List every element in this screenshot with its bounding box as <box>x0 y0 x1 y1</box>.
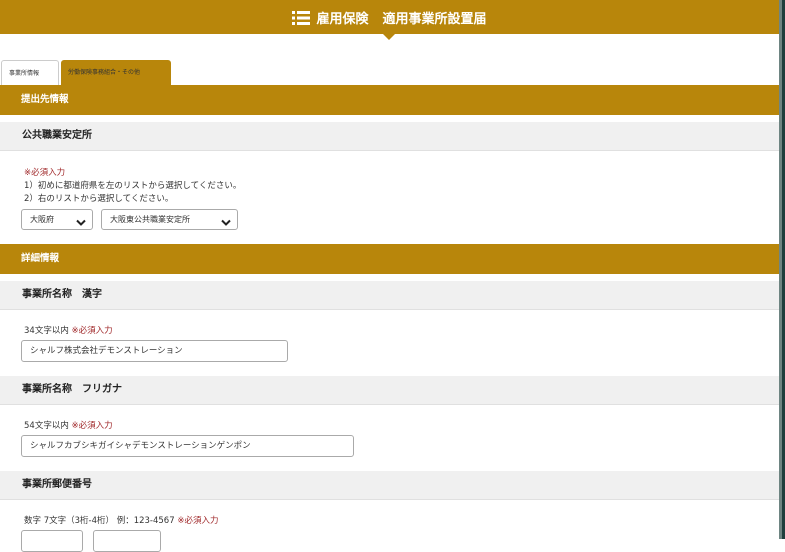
tab-bar: 事業所情報 労働保険事務組合・その他 <box>1 60 173 85</box>
name-kana-hint-text: 54文字以内 <box>24 421 69 431</box>
postal-code-second-input[interactable] <box>93 530 161 552</box>
required-note: ※必須入力 <box>24 168 66 178</box>
name-kanji-input[interactable]: シャルフ株式会社デモンストレーション <box>21 340 288 362</box>
tab-office-info[interactable]: 事業所情報 <box>1 60 59 85</box>
tab-labor-association[interactable]: 労働保険事務組合・その他 <box>61 60 171 85</box>
name-kana-hint: 54文字以内 ※必須入力 <box>24 419 113 431</box>
name-kana-subheader: 事業所名称 フリガナ <box>0 376 779 405</box>
window-edge-highlight <box>779 0 782 539</box>
form-page: 雇用保険 適用事業所設置届 事業所情報 労働保険事務組合・その他 提出先情報 公… <box>0 0 779 552</box>
office-select[interactable]: 大阪東公共職業安定所 <box>101 209 238 230</box>
chevron-down-icon <box>221 215 231 226</box>
office-subheader: 公共職業安定所 <box>0 122 779 151</box>
chevron-down-icon <box>76 215 86 226</box>
postal-hint-text: 数字 7文字（3桁-4桁） 例：123-4567 <box>24 516 175 526</box>
prefecture-select-value: 大阪府 <box>30 215 54 224</box>
name-kana-required: ※必須入力 <box>71 421 113 431</box>
postal-code-first-input[interactable] <box>21 530 83 552</box>
name-kana-input[interactable]: シャルフカブシキガイシャデモンストレーションゲンポン <box>21 435 354 457</box>
name-kanji-required: ※必須入力 <box>71 326 113 336</box>
instruction-1: 1）初めに都道府県を左のリストから選択してください。 <box>24 181 242 191</box>
postal-subheader: 事業所郵便番号 <box>0 471 779 500</box>
section-details-header: 詳細情報 <box>0 244 779 274</box>
postal-hint: 数字 7文字（3桁-4桁） 例：123-4567 ※必須入力 <box>24 514 218 526</box>
postal-required: ※必須入力 <box>177 516 219 526</box>
header-pointer <box>383 34 395 40</box>
name-kanji-hint: 34文字以内 ※必須入力 <box>24 324 113 336</box>
page-header: 雇用保険 適用事業所設置届 <box>0 0 779 34</box>
name-kanji-hint-text: 34文字以内 <box>24 326 69 336</box>
list-icon <box>292 11 311 25</box>
name-kanji-subheader: 事業所名称 漢字 <box>0 281 779 310</box>
section-submission-header: 提出先情報 <box>0 85 779 115</box>
page-title-sub: 適用事業所設置届 <box>382 11 487 27</box>
office-select-value: 大阪東公共職業安定所 <box>110 215 190 224</box>
page-title-main: 雇用保険 <box>316 11 369 27</box>
prefecture-select[interactable]: 大阪府 <box>21 209 93 230</box>
instruction-2: 2）右のリストから選択してください。 <box>24 194 174 204</box>
